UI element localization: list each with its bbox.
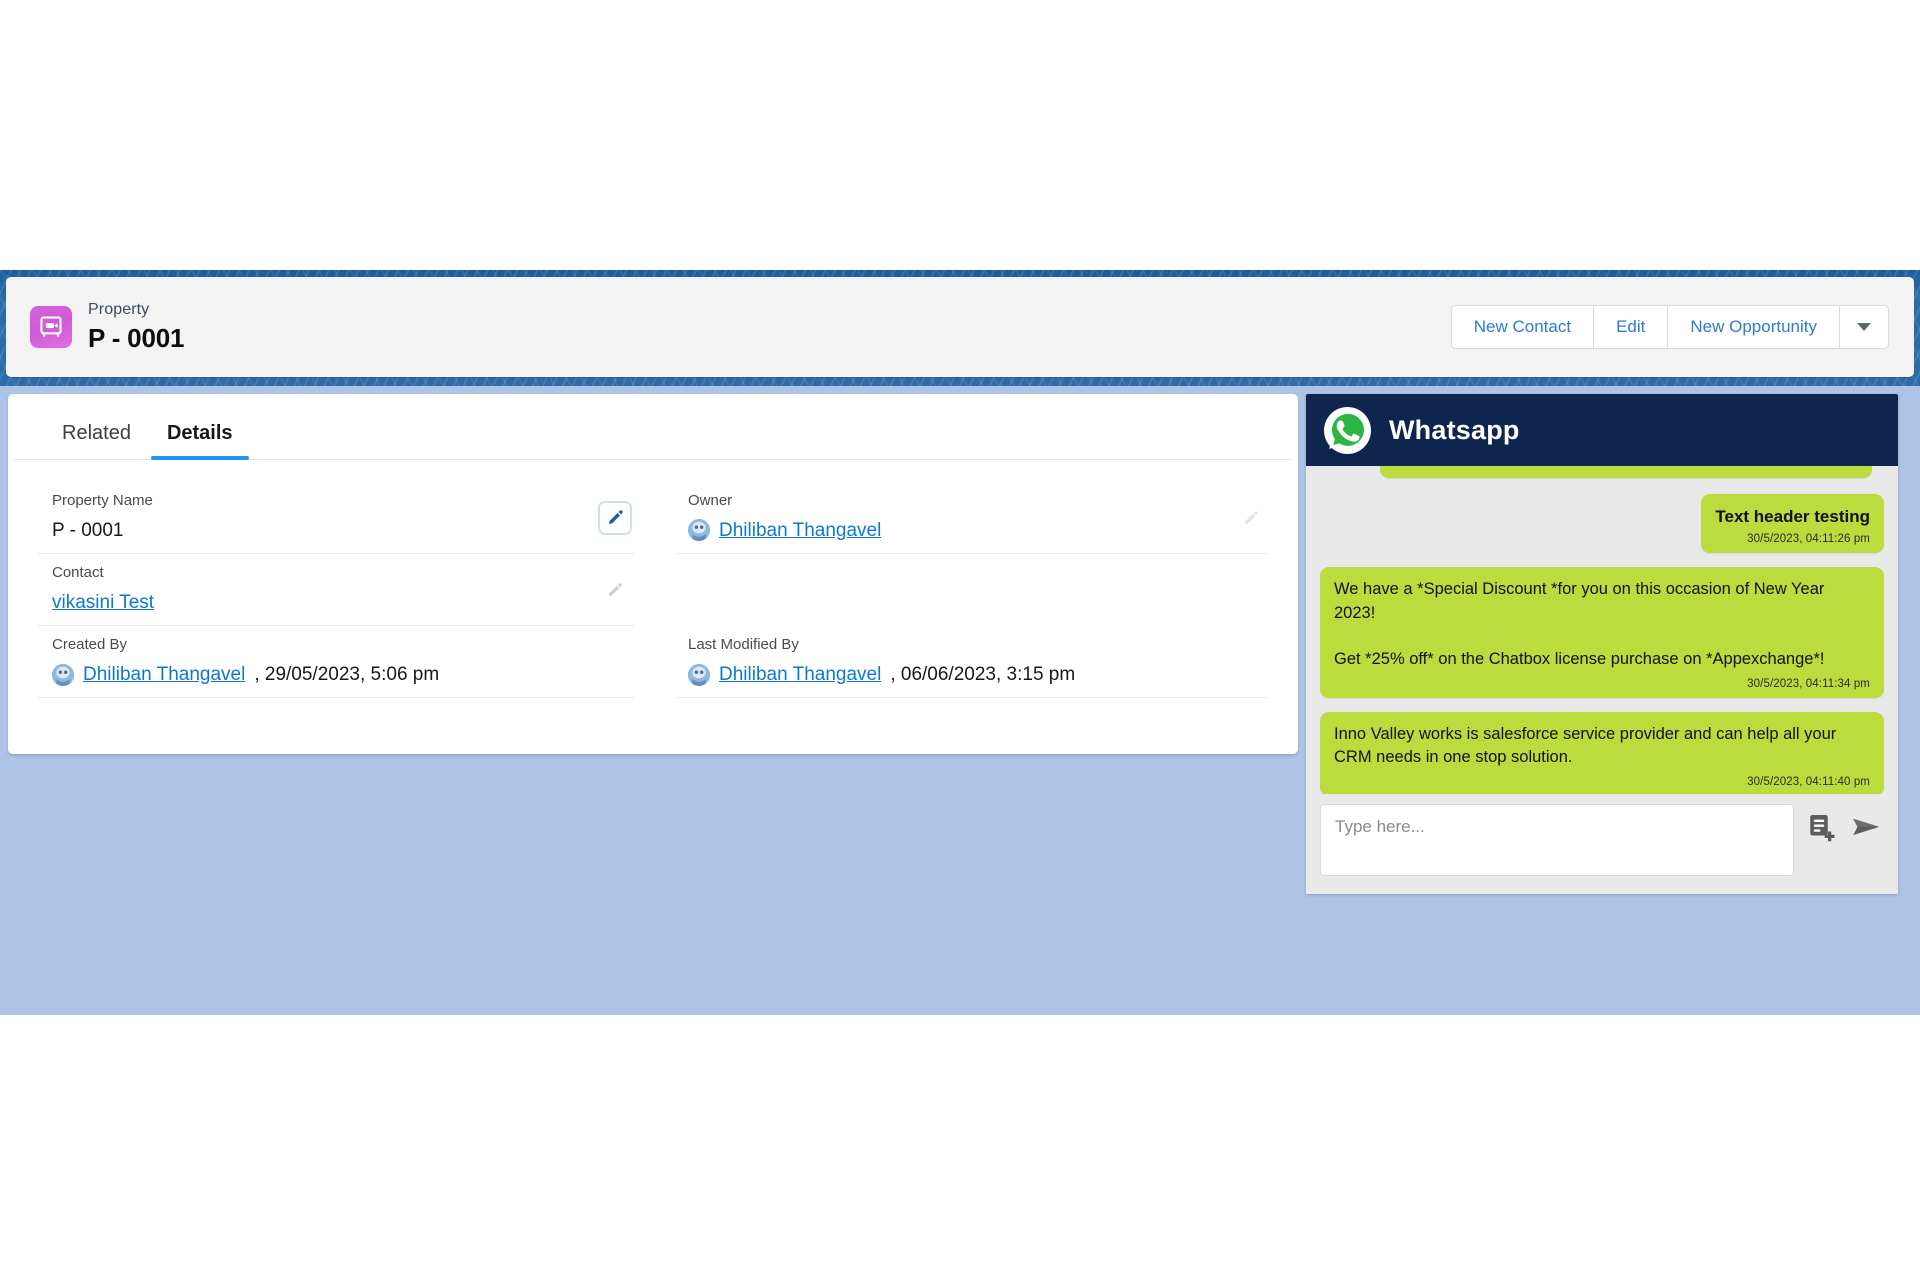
tab-details[interactable]: Details (149, 418, 251, 460)
field-value-owner: Dhiliban Thangavel (688, 518, 1230, 544)
chevron-down-icon (1857, 323, 1871, 331)
new-opportunity-button[interactable]: New Opportunity (1668, 306, 1840, 348)
field-spacer (674, 554, 1270, 626)
field-property-name: Property Name P - 0001 (38, 482, 634, 555)
field-label-property-name: Property Name (52, 492, 153, 509)
page-title: P - 0001 (88, 323, 185, 353)
send-button[interactable] (1848, 808, 1884, 846)
new-contact-button[interactable]: New Contact (1451, 306, 1595, 348)
more-actions-button[interactable] (1840, 306, 1888, 348)
chat-message-text: Inno Valley works is salesforce service … (1334, 724, 1841, 767)
send-icon (1853, 818, 1880, 835)
record-identity: Property P - 0001 (6, 301, 184, 352)
field-value-property-name: P - 0001 (52, 519, 124, 541)
field-value-contact: vikasini Test (52, 590, 594, 616)
avatar (688, 663, 710, 686)
field-created-by: Created By Dhiliban Thangavel , 29/05/20… (38, 626, 634, 699)
chat-composer (1306, 794, 1898, 894)
chat-message: Text header testing 30/5/2023, 04:11:26 … (1701, 494, 1884, 554)
field-label-contact: Contact (52, 564, 104, 582)
chat-message-list[interactable]: Text header testing 30/5/2023, 04:11:26 … (1306, 466, 1898, 794)
field-contact: Contact vikasini Test (38, 554, 634, 627)
add-template-button[interactable] (1804, 808, 1838, 846)
pencil-icon (1245, 510, 1258, 524)
whatsapp-panel-title: Whatsapp (1389, 414, 1520, 445)
edit-property-name-button[interactable] (600, 502, 630, 533)
details-field-grid: Property Name P - 0001 Owner Dhiliban Th… (8, 460, 1298, 699)
avatar (52, 663, 74, 686)
salesforce-app-frame: Property P - 0001 New Contact Edit New O… (0, 270, 1920, 1015)
tab-related[interactable]: Related (44, 418, 149, 459)
pencil-icon (609, 583, 622, 596)
chat-message-text: We have a *Special Discount *for you on … (1334, 580, 1825, 669)
chat-message-timestamp: 30/5/2023, 04:11:34 pm (1747, 677, 1870, 690)
field-label-created-by: Created By (52, 636, 128, 654)
created-by-timestamp: , 29/05/2023, 5:06 pm (254, 663, 440, 685)
field-owner: Owner Dhiliban Thangavel (674, 482, 1270, 555)
created-by-user-link[interactable]: Dhiliban Thangavel (83, 662, 245, 688)
edit-owner-button[interactable] (1236, 503, 1266, 533)
last-modified-by-timestamp: , 06/06/2023, 3:15 pm (890, 663, 1076, 685)
record-action-group: New Contact Edit New Opportunity (1450, 305, 1889, 349)
chat-message-timestamp: 30/5/2023, 04:11:26 pm (1747, 533, 1870, 546)
field-value-last-modified-by: Dhiliban Thangavel , 06/06/2023, 3:15 pm (688, 662, 1230, 688)
add-template-icon (1810, 815, 1835, 842)
owner-link[interactable]: Dhiliban Thangavel (719, 518, 881, 544)
contact-link[interactable]: vikasini Test (52, 590, 154, 616)
whatsapp-icon (1324, 406, 1371, 454)
field-value-created-by: Dhiliban Thangavel , 29/05/2023, 5:06 pm (52, 662, 594, 688)
record-details-card: Related Details Property Name P - 0001 O… (8, 394, 1298, 754)
field-label-owner: Owner (688, 492, 733, 509)
edit-contact-button[interactable] (600, 575, 630, 605)
record-titles: Property P - 0001 (88, 301, 184, 352)
record-highlights-panel: Property P - 0001 New Contact Edit New O… (6, 277, 1914, 377)
chat-message: Inno Valley works is salesforce service … (1320, 711, 1884, 794)
page-canvas: Related Details Property Name P - 0001 O… (0, 386, 1920, 1015)
edit-button[interactable]: Edit (1594, 306, 1669, 348)
record-tabs: Related Details (14, 394, 1292, 460)
field-last-modified-by: Last Modified By Dhiliban Thangavel , 06… (674, 626, 1270, 699)
pencil-icon (608, 510, 623, 524)
record-object-type: Property (88, 301, 150, 319)
field-label-last-modified-by: Last Modified By (688, 636, 799, 654)
chat-message-clipped (1380, 466, 1872, 478)
avatar (688, 519, 710, 542)
chat-message-timestamp: 30/5/2023, 04:11:40 pm (1747, 775, 1870, 788)
chat-message-text: Text header testing (1715, 507, 1870, 526)
chat-message: We have a *Special Discount *for you on … (1320, 567, 1884, 698)
property-vault-icon (30, 306, 72, 348)
whatsapp-chat-panel: Whatsapp Text header testing 30/5/2023, … (1306, 394, 1898, 894)
whatsapp-panel-header: Whatsapp (1306, 394, 1898, 466)
last-modified-by-user-link[interactable]: Dhiliban Thangavel (719, 662, 881, 688)
message-input[interactable] (1320, 804, 1794, 876)
